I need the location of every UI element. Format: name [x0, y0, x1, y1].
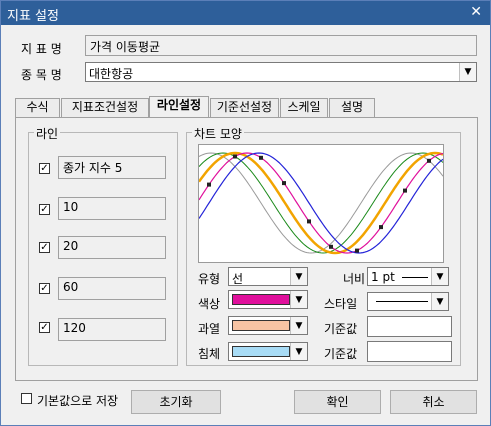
- width-select[interactable]: 1 pt ▼: [367, 267, 449, 286]
- type-label: 유형: [198, 272, 221, 286]
- chart-preview-svg: [197, 151, 444, 255]
- recession-label: 침체: [198, 347, 221, 361]
- chevron-down-icon[interactable]: ▼: [290, 268, 307, 285]
- line-1-label: 종가 지수 5: [63, 161, 123, 175]
- baseline-1-label: 기준값: [324, 322, 358, 336]
- chevron-down-icon[interactable]: ▼: [431, 268, 448, 285]
- indicator-name-value: 가격 이동평균: [90, 40, 161, 54]
- type-select[interactable]: 선 ▼: [228, 267, 308, 286]
- line-3-field[interactable]: 20: [58, 236, 166, 259]
- title-bar: 지표 설정 ✕: [1, 1, 490, 25]
- baseline-1-input[interactable]: [367, 316, 452, 337]
- line-4-field[interactable]: 60: [58, 277, 166, 300]
- recession-color-select[interactable]: ▼: [228, 342, 308, 361]
- color-label: 색상: [198, 297, 221, 311]
- line-2-checkbox[interactable]: ✓: [39, 204, 50, 215]
- overheat-label: 과열: [198, 322, 221, 336]
- preview-waves: [197, 151, 444, 255]
- chart-preview: [197, 144, 444, 263]
- window-title: 지표 설정: [7, 9, 59, 24]
- recession-color-swatch: [232, 346, 290, 357]
- line-2-field[interactable]: 10: [58, 197, 166, 220]
- width-label: 너비: [343, 272, 366, 286]
- line-5-label: 120: [63, 321, 86, 335]
- line-5-checkbox[interactable]: ✓: [39, 322, 50, 333]
- type-value: 선: [232, 272, 244, 286]
- save-default-checkbox[interactable]: [21, 393, 32, 404]
- stock-name-label: 종 목 명: [21, 68, 62, 82]
- reset-button[interactable]: 초기화: [131, 390, 221, 414]
- preview-marker-2: [233, 154, 237, 159]
- chevron-down-icon[interactable]: ▼: [431, 293, 448, 310]
- preview-marker-6: [329, 244, 333, 249]
- tab-formula[interactable]: 수식: [15, 98, 60, 117]
- color-select[interactable]: ▼: [228, 290, 308, 309]
- chevron-down-icon[interactable]: ▼: [290, 317, 307, 334]
- chevron-down-icon[interactable]: ▼: [290, 343, 307, 360]
- preview-marker-8: [379, 225, 383, 230]
- chart-shape-group-title: 차트 모양: [192, 125, 244, 142]
- tab-baseline-settings[interactable]: 기준선설정: [210, 98, 279, 117]
- line-1-checkbox[interactable]: ✓: [39, 163, 50, 174]
- line-4-checkbox[interactable]: ✓: [39, 283, 50, 294]
- stock-name-value: 대한항공: [89, 67, 134, 81]
- preview-marker-9: [403, 188, 407, 193]
- preview-marker-1: [207, 182, 211, 187]
- overheat-color-swatch: [232, 320, 290, 331]
- line-5-field[interactable]: 120: [58, 318, 166, 341]
- overheat-color-select[interactable]: ▼: [228, 316, 308, 335]
- color-swatch: [232, 294, 290, 305]
- baseline-2-input[interactable]: [367, 341, 452, 362]
- width-line-sample: [402, 277, 428, 278]
- line-1-field[interactable]: 종가 지수 5: [58, 156, 166, 179]
- preview-marker-3: [259, 155, 263, 160]
- close-icon[interactable]: ✕: [470, 4, 482, 20]
- line-group-title: 라인: [34, 125, 61, 142]
- dialog-window: 지표 설정 ✕ 지 표 명 가격 이동평균 종 목 명 대한항공 ▼ 수식 지표…: [0, 0, 491, 426]
- tab-line-settings[interactable]: 라인설정: [149, 96, 209, 118]
- indicator-name-label: 지 표 명: [21, 42, 62, 56]
- stock-name-select[interactable]: 대한항공 ▼: [85, 62, 477, 82]
- style-label: 스타일: [324, 297, 358, 311]
- line-3-label: 20: [63, 239, 79, 253]
- style-select[interactable]: ▼: [367, 292, 449, 311]
- preview-marker-5: [307, 219, 311, 224]
- width-value: 1 pt: [371, 270, 395, 284]
- chevron-down-icon[interactable]: ▼: [459, 63, 476, 81]
- ok-button[interactable]: 확인: [294, 390, 381, 414]
- line-3-checkbox[interactable]: ✓: [39, 242, 50, 253]
- chevron-down-icon[interactable]: ▼: [290, 291, 307, 308]
- tab-description[interactable]: 설명: [329, 98, 375, 117]
- preview-marker-10: [427, 158, 431, 163]
- line-2-label: 10: [63, 200, 79, 214]
- baseline-2-label: 기준값: [324, 347, 358, 361]
- tab-scale[interactable]: 스케일: [280, 98, 328, 117]
- cancel-button[interactable]: 취소: [390, 390, 477, 414]
- indicator-name-field: 가격 이동평균: [85, 35, 477, 56]
- preview-marker-7: [355, 248, 359, 253]
- save-default-label: 기본값으로 저장: [37, 394, 119, 408]
- line-4-label: 60: [63, 280, 79, 294]
- preview-marker-4: [282, 181, 286, 186]
- style-line-sample: [376, 301, 428, 302]
- tab-indicator-condition[interactable]: 지표조건설정: [61, 98, 149, 117]
